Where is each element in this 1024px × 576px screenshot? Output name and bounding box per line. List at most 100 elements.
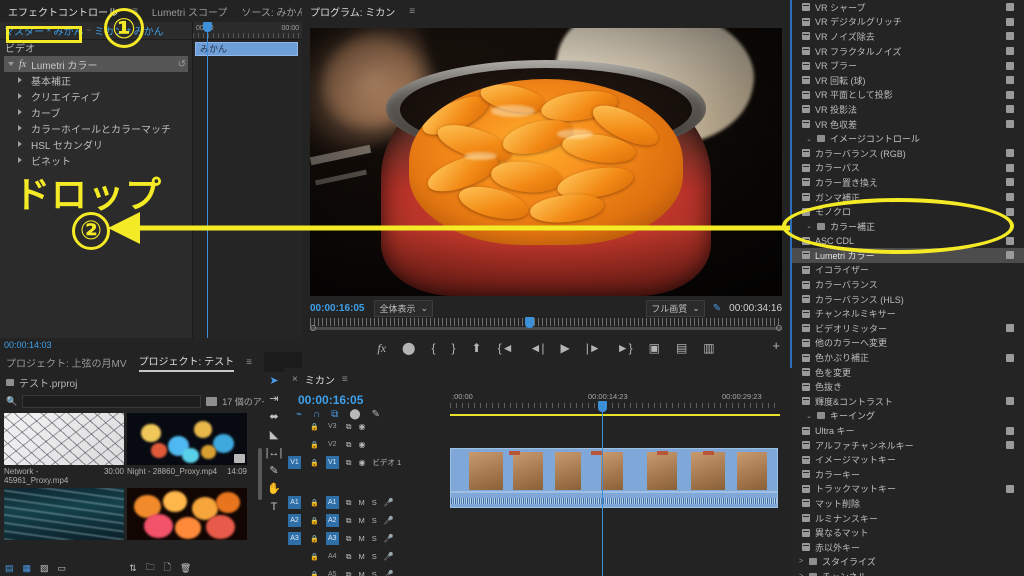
program-playhead[interactable] (525, 317, 534, 328)
zoom-level-select[interactable]: 全体表示 ⌄ (374, 299, 434, 317)
new-bin-icon[interactable] (206, 397, 218, 406)
property-row-basic[interactable]: 基本補正 (0, 72, 192, 88)
voice-record-icon[interactable]: 🎤 (384, 516, 394, 525)
track-output-icon[interactable]: ◉ (358, 440, 365, 449)
sync-lock-icon[interactable]: ⧉ (346, 552, 352, 562)
track-header-A2[interactable]: A2 🔒 A2 ⧉ M S 🎤 (284, 512, 450, 529)
program-monitor-video[interactable] (310, 28, 782, 296)
step-back-button[interactable]: ◄| (529, 341, 544, 355)
freeform-view-icon[interactable]: ▨ (40, 563, 49, 574)
list-item[interactable]: Night - 28860_Proxy.mp4 14:09 (127, 413, 247, 485)
effects-item-row[interactable]: カラーバランス (HLS) (792, 292, 1024, 307)
track-name-V2[interactable]: V2 (326, 438, 339, 451)
mark-out-button[interactable]: } (452, 341, 456, 355)
chevron-right-icon[interactable] (18, 125, 22, 131)
sync-lock-icon[interactable]: ⧉ (346, 422, 352, 432)
sort-icon[interactable]: ⇅ (129, 563, 137, 574)
lock-icon[interactable]: 🔒 (310, 553, 319, 561)
effects-item-row[interactable]: VR 投影法 (792, 102, 1024, 117)
new-bin-icon[interactable]: 🗀 (146, 560, 155, 576)
effects-item-row[interactable]: 異なるマット (792, 525, 1024, 540)
property-row-curves[interactable]: カーブ (0, 104, 192, 120)
sync-lock-icon[interactable]: ⧉ (346, 458, 352, 468)
track-header-A4[interactable]: 🔒 A4 ⧉ M S 🎤 (284, 548, 450, 565)
play-button[interactable]: ▶ (560, 341, 569, 355)
tab-lumetri-scopes[interactable]: Lumetri スコープ (152, 4, 228, 19)
effects-item-row[interactable]: ガンマ補正 (792, 190, 1024, 205)
search-input[interactable] (22, 395, 202, 408)
effects-item-row[interactable]: VR ブラー (792, 58, 1024, 73)
track-header-V3[interactable]: 🔒 V3 ⧉ ◉ (284, 418, 450, 435)
effects-category-row[interactable]: > スタイライズ (792, 555, 1024, 570)
disclosure-triangle-icon[interactable] (8, 62, 14, 66)
effects-item-row[interactable]: カラーキー (792, 467, 1024, 482)
lock-icon[interactable]: 🔒 (310, 423, 319, 431)
project-file-row[interactable]: テスト.prproj (0, 372, 264, 393)
chevron-right-icon[interactable] (18, 93, 22, 99)
lock-icon[interactable]: 🔒 (310, 499, 319, 507)
chevron-right-icon[interactable]: > (798, 558, 804, 565)
program-monitor-menu-icon[interactable]: ≡ (409, 6, 415, 17)
list-item[interactable]: Network - 45961_Proxy.mp4 30:00 (4, 413, 124, 485)
effects-item-row[interactable]: VR 回転 (球) (792, 73, 1024, 88)
new-item-icon[interactable]: 🗋 (164, 560, 171, 576)
multicam-button[interactable]: ▥ (703, 341, 714, 355)
effects-item-row[interactable]: 他のカラーへ変更 (792, 336, 1024, 351)
voice-record-icon[interactable]: 🎤 (384, 570, 394, 576)
mute-button[interactable]: M (358, 534, 364, 543)
solo-button[interactable]: S (372, 552, 377, 561)
zoom-slider[interactable]: ▭ (58, 563, 67, 574)
chevron-right-icon[interactable] (18, 157, 22, 163)
effects-item-row[interactable]: Lumetri カラー (792, 248, 1024, 263)
audio-track-clips[interactable] (450, 492, 792, 508)
effect-controls-menu-icon[interactable]: ≡ (132, 6, 138, 17)
effects-item-row[interactable]: VR フラクタルノイズ (792, 44, 1024, 59)
lock-icon[interactable]: 🔒 (310, 441, 319, 449)
chevron-down-icon[interactable]: ⌄ (806, 135, 812, 143)
video-clip[interactable] (450, 448, 778, 492)
effects-item-row[interactable]: VR シャープ (792, 0, 1024, 15)
clip-bar[interactable]: みかん (195, 42, 298, 56)
go-to-out-button[interactable]: ►} (617, 341, 633, 355)
selection-tool[interactable]: ➤ (269, 376, 278, 387)
program-monitor-ruler[interactable] (310, 317, 782, 331)
solo-button[interactable]: S (372, 570, 377, 576)
track-name-V3[interactable]: V3 (326, 420, 339, 433)
effects-item-row[interactable]: ビデオリミッター (792, 321, 1024, 336)
lock-icon[interactable]: 🔒 (310, 459, 319, 467)
razor-tool[interactable]: ◣ (270, 430, 278, 441)
sync-lock-icon[interactable]: ⧉ (346, 440, 352, 450)
track-name-A4[interactable]: A4 (326, 550, 339, 563)
project-panel-menu-icon[interactable]: ≡ (246, 357, 252, 368)
slip-tool[interactable]: |↔| (266, 448, 283, 459)
playback-quality-select[interactable]: フル画質 ⌄ (646, 299, 705, 317)
video-track-clips[interactable] (450, 448, 792, 492)
chevron-right-icon[interactable] (18, 109, 22, 115)
item-thumbnail[interactable] (4, 488, 124, 540)
item-thumbnail[interactable] (127, 413, 247, 465)
button-editor-plus[interactable]: + (772, 338, 780, 353)
list-item[interactable] (4, 488, 124, 540)
effects-item-row[interactable]: VR デジタルグリッチ (792, 15, 1024, 30)
audio-clip[interactable] (450, 492, 778, 508)
tab-effect-controls[interactable]: エフェクトコントロール (8, 4, 118, 19)
effects-item-row[interactable]: モノクロ (792, 204, 1024, 219)
master-clip-label[interactable]: マスター * みかん (4, 23, 83, 38)
hand-tool[interactable]: ✋ (267, 484, 281, 495)
track-name-A5[interactable]: A5 (326, 568, 339, 576)
voice-record-icon[interactable]: 🎤 (384, 498, 394, 507)
effects-item-row[interactable]: 輝度&コントラスト (792, 394, 1024, 409)
effects-item-row[interactable]: カラー置き換え (792, 175, 1024, 190)
chevron-down-icon[interactable]: ~ (86, 26, 91, 35)
track-header-A5[interactable]: 🔒 A5 ⧉ M S 🎤 (284, 566, 450, 576)
lock-icon[interactable]: 🔒 (310, 517, 319, 525)
scrub-handle-right[interactable] (776, 325, 782, 331)
track-target-A3[interactable]: A3 (288, 532, 301, 545)
type-tool[interactable]: T (271, 502, 278, 513)
list-item[interactable] (127, 488, 247, 540)
lumetri-color-effect-row[interactable]: fx Lumetri カラー ↺ (4, 56, 188, 72)
timeline-ruler[interactable]: :00:00 00:00:14:23 00:00:29:23 (450, 390, 780, 414)
effects-item-row[interactable]: 色かぶり補正 (792, 350, 1024, 365)
project-scrollbar[interactable] (258, 448, 262, 500)
effects-item-row[interactable]: ルミナンスキー (792, 511, 1024, 526)
